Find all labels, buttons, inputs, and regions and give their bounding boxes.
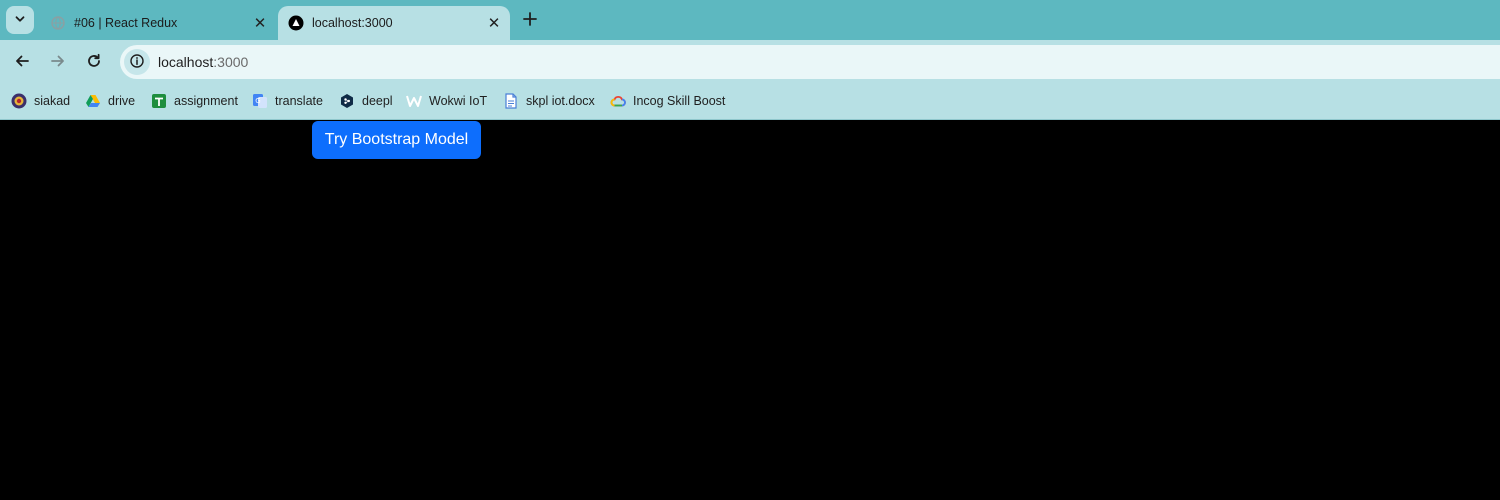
- bookmark-label: translate: [275, 94, 323, 108]
- google-sheets-icon: [151, 93, 167, 109]
- loading-globe-icon: [50, 15, 66, 31]
- arrow-right-icon: [50, 53, 66, 72]
- arrow-left-icon: [14, 53, 30, 72]
- bookmark-skpl-iot[interactable]: skpl iot.docx: [503, 91, 595, 111]
- reload-icon: [86, 53, 102, 72]
- bookmark-assignment[interactable]: assignment: [151, 91, 238, 111]
- bookmark-label: Incog Skill Boost: [633, 94, 726, 108]
- bookmark-label: Wokwi IoT: [429, 94, 488, 108]
- bookmark-deepl[interactable]: deepl: [339, 91, 393, 111]
- browser-toolbar: localhost:3000: [0, 40, 1500, 84]
- bookmark-drive[interactable]: drive: [85, 91, 135, 111]
- tab-localhost[interactable]: localhost:3000 ✕: [278, 6, 510, 40]
- bookmark-label: siakad: [34, 94, 71, 108]
- page-content: Try Bootstrap Model: [0, 121, 1500, 500]
- bookmark-wokwi[interactable]: Wokwi IoT: [406, 91, 487, 111]
- bookmark-label: skpl iot.docx: [526, 94, 595, 108]
- url-host: localhost: [158, 54, 214, 70]
- tab-react-redux[interactable]: #06 | React Redux ✕: [40, 6, 276, 40]
- reload-button[interactable]: [80, 48, 108, 76]
- bookmark-siakad[interactable]: siakad: [11, 91, 70, 111]
- address-bar[interactable]: localhost:3000: [120, 45, 1500, 79]
- info-icon: [130, 53, 144, 71]
- forward-button[interactable]: [44, 48, 72, 76]
- close-icon[interactable]: ✕: [484, 13, 504, 33]
- chevron-down-icon: [14, 13, 26, 28]
- tab-search-button[interactable]: [6, 6, 34, 34]
- university-seal-icon: [11, 93, 27, 109]
- bookmark-label: deepl: [362, 94, 393, 108]
- bookmark-incog-skill-boost[interactable]: Incog Skill Boost: [610, 91, 725, 111]
- url-text[interactable]: localhost:3000: [158, 54, 248, 70]
- bookmark-label: drive: [108, 94, 136, 108]
- new-tab-button[interactable]: [518, 8, 542, 32]
- bookmark-translate[interactable]: G translate: [252, 91, 323, 111]
- document-icon: [503, 93, 519, 109]
- svg-text:G: G: [255, 97, 260, 105]
- google-drive-icon: [85, 93, 101, 109]
- close-icon[interactable]: ✕: [250, 13, 270, 33]
- url-port: :3000: [213, 54, 249, 70]
- back-button[interactable]: [8, 48, 36, 76]
- wokwi-icon: [406, 93, 422, 109]
- try-bootstrap-model-button[interactable]: Try Bootstrap Model: [312, 121, 481, 159]
- google-cloud-icon: [610, 93, 626, 109]
- tab-title: #06 | React Redux: [74, 16, 178, 30]
- tab-strip: #06 | React Redux ✕ localhost:3000 ✕: [0, 0, 1500, 40]
- bookmarks-bar: siakad drive assignment G translate deep…: [0, 84, 1500, 120]
- google-translate-icon: G: [252, 93, 268, 109]
- bookmark-label: assignment: [174, 94, 238, 108]
- nextjs-triangle-icon: [288, 15, 304, 31]
- site-info-button[interactable]: [124, 49, 150, 75]
- deepl-icon: [339, 93, 355, 109]
- plus-icon: [523, 9, 537, 32]
- tab-title: localhost:3000: [312, 16, 393, 30]
